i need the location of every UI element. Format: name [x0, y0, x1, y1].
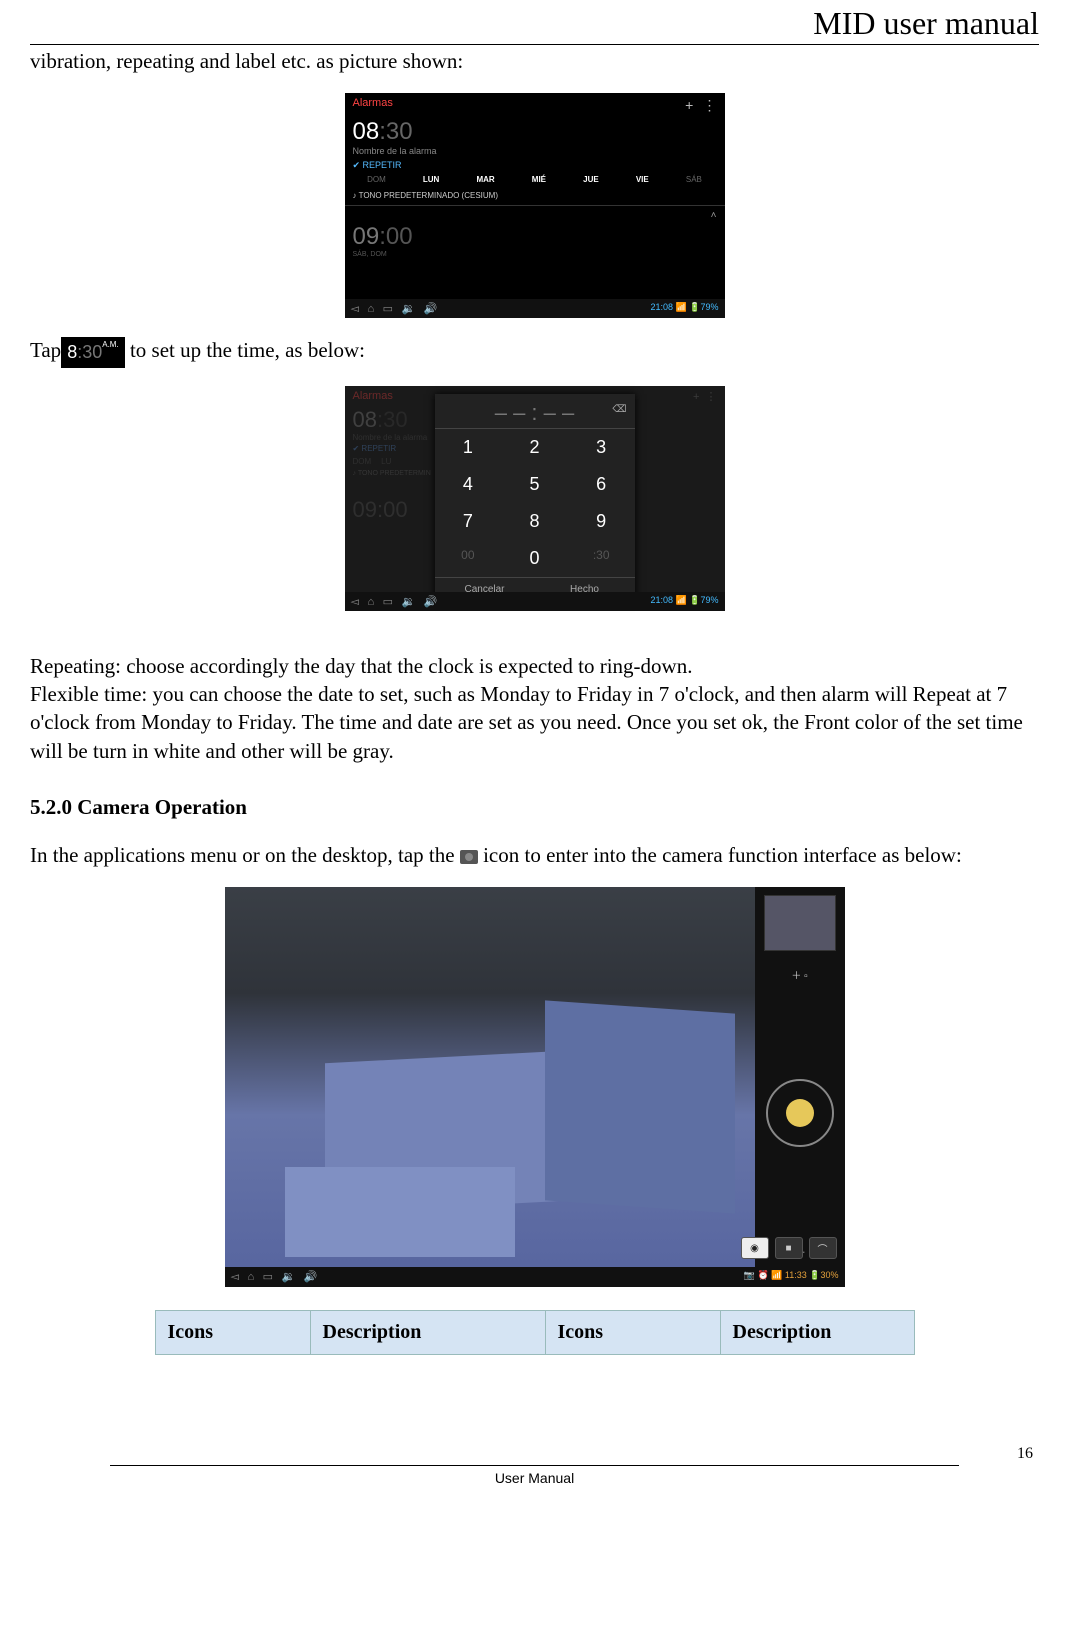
home-icon[interactable]: ⌂ — [247, 1271, 254, 1283]
th-icons-2: Icons — [545, 1311, 720, 1355]
vol-down-icon[interactable]: 🔉 — [282, 1271, 296, 1283]
clock-time-icon: 8:30A.M. — [61, 337, 125, 367]
key-9[interactable]: 9 — [568, 503, 635, 540]
key-5[interactable]: 5 — [501, 466, 568, 503]
key-1[interactable]: 1 — [435, 429, 502, 466]
alarm2-time[interactable]: 09:00 — [345, 223, 725, 251]
key-2[interactable]: 2 — [501, 429, 568, 466]
doc-header-title: MID user manual — [30, 0, 1039, 42]
camera-screenshot: ＋ ▫ ○ － ▫ ◉ ■ ⌒ ◅ ⌂ ▭ 🔉 🔊 — [225, 887, 845, 1287]
footer-label: User Manual — [30, 1470, 1039, 1486]
key-0[interactable]: 0 — [501, 540, 568, 577]
timepicker-screenshot: Alarmas+ ⋮ 08:30 Nombre de la alarma ✔ R… — [345, 386, 725, 611]
menu-icon[interactable]: ⋮ — [703, 97, 717, 113]
key-3[interactable]: 3 — [568, 429, 635, 466]
alarm2-days: SÁB, DOM — [345, 251, 725, 262]
camera-viewfinder[interactable] — [225, 887, 755, 1267]
section-520-heading: 5.2.0 Camera Operation — [30, 795, 1039, 820]
mode-photo-icon[interactable]: ◉ — [741, 1237, 769, 1259]
mode-pano-icon[interactable]: ⌒ — [809, 1237, 837, 1259]
ringtone-row[interactable]: ♪ TONO PREDETERMINADO (CESIUM) — [345, 188, 725, 203]
time-keypad[interactable]: – – : – – ⌫ 1 2 3 4 5 6 7 8 9 00 0 :30 — [435, 394, 635, 601]
flexible-para: Flexible time: you can choose the date t… — [30, 680, 1039, 765]
vol-down-icon[interactable]: 🔉 — [402, 596, 416, 608]
shutter-ring — [766, 1079, 834, 1147]
collapse-icon[interactable]: ˄ — [345, 208, 725, 223]
backspace-icon[interactable]: ⌫ — [612, 404, 626, 415]
battery-status: 30% — [820, 1270, 838, 1280]
alarm1-name-label: Nombre de la alarma — [345, 146, 725, 160]
key-6[interactable]: 6 — [568, 466, 635, 503]
key-7[interactable]: 7 — [435, 503, 502, 540]
th-icons-1: Icons — [155, 1311, 310, 1355]
recent-icon[interactable]: ▭ — [383, 596, 393, 608]
status-bar: ◅ ⌂ ▭ 🔉 🔊 21:08 📶 🔋79% — [345, 299, 725, 318]
status-bar-3: ◅ ⌂ ▭ 🔉 🔊 📷 ⏰ 📶 11:33 🔋30% — [225, 1267, 845, 1287]
clock-status: 21:08 — [651, 302, 674, 312]
recent-icon[interactable]: ▭ — [383, 303, 393, 315]
vol-down-icon[interactable]: 🔉 — [402, 303, 416, 315]
shutter-button[interactable] — [786, 1099, 814, 1127]
home-icon[interactable]: ⌂ — [367, 596, 374, 608]
repeating-para: Repeating: choose accordingly the day th… — [30, 652, 1039, 680]
back-icon[interactable]: ◅ — [231, 1271, 239, 1283]
camera-icon — [460, 850, 478, 864]
intro-line: vibration, repeating and label etc. as p… — [30, 47, 1039, 75]
tap-instruction: Tap8:30A.M. to set up the time, as below… — [30, 336, 1039, 367]
key-4[interactable]: 4 — [435, 466, 502, 503]
time-display: – – : – – ⌫ — [435, 394, 635, 428]
th-desc-2: Description — [720, 1311, 914, 1355]
last-photo-thumb[interactable] — [764, 895, 836, 951]
vol-up-icon[interactable]: 🔊 — [424, 303, 438, 315]
icon-description-table: Icons Description Icons Description — [155, 1310, 915, 1355]
page-number: 16 — [30, 1445, 1039, 1463]
alarms-title: Alarmas — [353, 97, 393, 114]
clock-status: 21:08 — [651, 595, 674, 605]
back-icon[interactable]: ◅ — [351, 303, 359, 315]
status-bar-2: ◅ ⌂ ▭ 🔉 🔊 21:08 📶 🔋79% — [345, 592, 725, 611]
home-icon[interactable]: ⌂ — [367, 303, 374, 315]
header-divider — [30, 44, 1039, 45]
day-row[interactable]: DOM LUN MAR MIÉ JUE VIE SÁB — [345, 171, 725, 188]
alarms-title-bg: Alarmas — [353, 390, 393, 403]
footer-divider — [110, 1465, 959, 1466]
recent-icon[interactable]: ▭ — [263, 1271, 273, 1283]
repeat-checkbox[interactable]: ✔ REPETIR — [345, 160, 725, 171]
vol-up-icon[interactable]: 🔊 — [304, 1271, 318, 1283]
key-00[interactable]: 00 — [435, 540, 502, 577]
add-alarm-icon[interactable]: + — [685, 97, 693, 113]
camera-intro: In the applications menu or on the deskt… — [30, 841, 1039, 869]
vol-up-icon[interactable]: 🔊 — [424, 596, 438, 608]
zoom-in-icon[interactable]: ＋ ▫ — [791, 967, 807, 982]
alarms-screenshot: Alarmas + ⋮ 08:30 Nombre de la alarma ✔ … — [345, 93, 725, 318]
clock-status: 11:33 — [785, 1270, 807, 1280]
battery-status: 79% — [700, 595, 718, 605]
mode-video-icon[interactable]: ■ — [775, 1237, 803, 1259]
key-8[interactable]: 8 — [501, 503, 568, 540]
back-icon[interactable]: ◅ — [351, 596, 359, 608]
alarm1-time[interactable]: 08:30 — [345, 118, 725, 146]
th-desc-1: Description — [310, 1311, 545, 1355]
battery-status: 79% — [700, 302, 718, 312]
key-30[interactable]: :30 — [568, 540, 635, 577]
